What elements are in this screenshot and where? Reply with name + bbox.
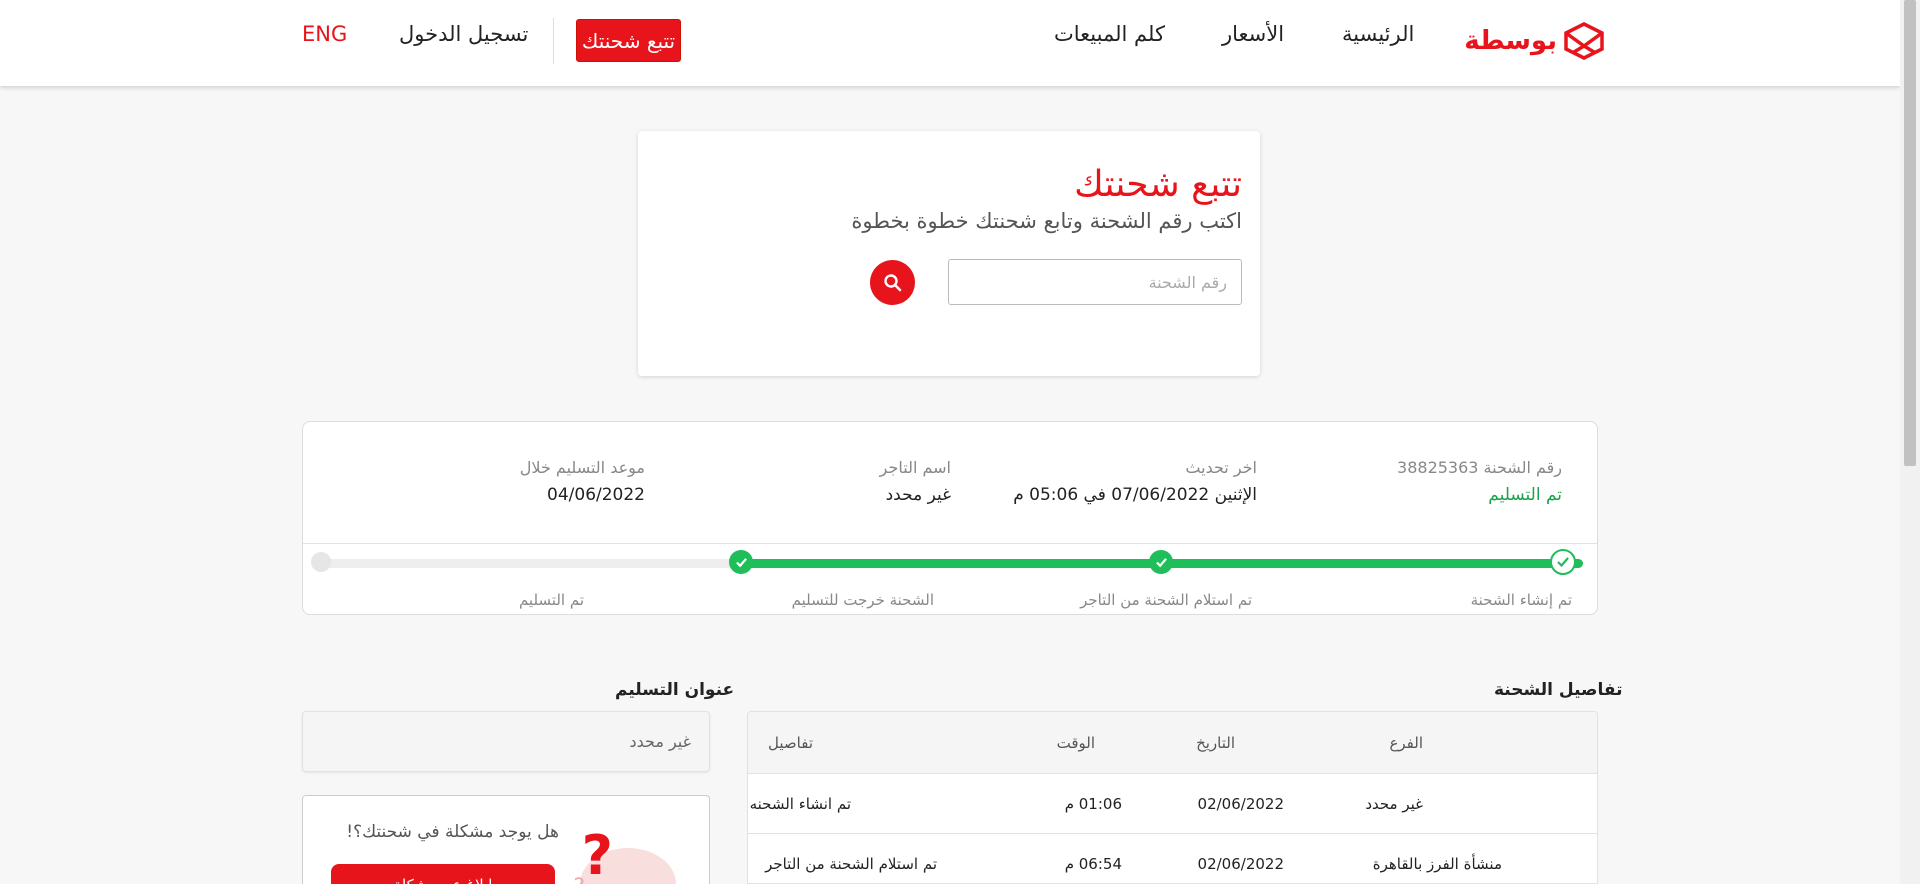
step-label-created: تم إنشاء الشحنة: [1470, 591, 1572, 609]
row-branch: منشأة الفرز بالقاهرة: [1372, 854, 1502, 873]
search-subtitle: اكتب رقم الشحنة وتابع شحنتك خطوة بخطوة: [851, 208, 1242, 233]
page-scrollbar[interactable]: [1900, 0, 1920, 884]
logo-text: بوسطة: [1464, 26, 1557, 56]
track-shipment-button[interactable]: تتبع شحنتك: [576, 19, 681, 62]
step-received-dot: [1149, 550, 1173, 574]
question-illustration-icon: ? ?: [573, 824, 676, 884]
nav-prices[interactable]: الأسعار: [1222, 22, 1284, 46]
table-row: منشأة الفرز بالقاهرة 02/06/2022 06:54 م …: [748, 834, 1597, 883]
merchant-label: اسم التاجر: [879, 458, 951, 477]
table-header: الفرع التاريخ الوقت تفاصيل: [748, 712, 1597, 774]
problem-question: هل يوجد مشكلة في شحنتك؟!: [346, 822, 559, 842]
row-details: تم انشاء الشحنه: [749, 794, 851, 813]
step-label-delivered: تم التسليم: [518, 591, 584, 609]
delivery-address-box: غير محدد: [302, 711, 710, 772]
address-value: غير محدد: [629, 732, 691, 751]
col-details: تفاصيل: [768, 733, 813, 752]
shipment-details-table: الفرع التاريخ الوقت تفاصيل غير محدد 02/0…: [747, 711, 1598, 884]
shipment-number-input[interactable]: [948, 259, 1242, 305]
report-problem-button[interactable]: ابلاغ عن مشكلة: [331, 864, 555, 884]
col-time: الوقت: [1056, 733, 1095, 752]
step-delivered-dot: [311, 552, 331, 572]
nav-divider: [553, 18, 554, 64]
logo[interactable]: بوسطة: [1464, 22, 1605, 60]
svg-text:?: ?: [582, 824, 613, 884]
nav-contact-sales[interactable]: كلم المبيعات: [1054, 22, 1165, 46]
track-search-card: تتبع شحنتك اكتب رقم الشحنة وتابع شحنتك خ…: [638, 131, 1260, 376]
language-toggle[interactable]: ENG: [302, 22, 347, 46]
status-divider: [303, 543, 1597, 544]
last-update-label: اخر تحديث: [1185, 458, 1257, 477]
merchant-value: غير محدد: [885, 485, 951, 505]
row-date: 02/06/2022: [1197, 794, 1284, 813]
col-date: التاريخ: [1196, 733, 1235, 752]
delivery-label: موعد التسليم خلال: [519, 458, 645, 477]
search-button[interactable]: [870, 260, 915, 305]
step-out-for-delivery-dot: [729, 550, 753, 574]
last-update-value: الإثنين 07/06/2022 في 05:06 م: [1013, 485, 1257, 505]
shipment-status-card: رقم الشحنة 38825363 تم التسليم اخر تحديث…: [302, 421, 1598, 615]
details-title: تفاصيل الشحنة: [1494, 680, 1623, 700]
report-problem-card: ? ? هل يوجد مشكلة في شحنتك؟! ابلاغ عن مش…: [302, 795, 710, 884]
table-row: غير محدد 02/06/2022 01:06 م تم انشاء الش…: [748, 774, 1597, 834]
delivery-value: 04/06/2022: [547, 485, 645, 505]
search-title: تتبع شحنتك: [1074, 164, 1242, 205]
address-title: عنوان التسليم: [615, 680, 735, 700]
row-time: 06:54 م: [1064, 854, 1122, 873]
check-icon: [735, 557, 747, 567]
col-branch: الفرع: [1389, 733, 1423, 752]
login-link[interactable]: تسجيل الدخول: [399, 22, 528, 46]
scrollbar-thumb[interactable]: [1904, 0, 1916, 466]
row-branch: غير محدد: [1365, 794, 1423, 813]
step-label-received: تم استلام الشحنة من التاجر: [1080, 591, 1252, 609]
box-logo-icon: [1564, 22, 1604, 60]
shipment-status-value: تم التسليم: [1488, 485, 1562, 505]
last-update-info: اخر تحديث الإثنين 07/06/2022 في 05:06 م: [1013, 458, 1257, 505]
check-icon: [1155, 557, 1167, 567]
row-time: 01:06 م: [1064, 794, 1122, 813]
nav-home[interactable]: الرئيسية: [1342, 22, 1414, 46]
shipment-info: رقم الشحنة 38825363 تم التسليم: [1397, 458, 1562, 505]
search-icon: [883, 273, 901, 291]
merchant-info: اسم التاجر غير محدد: [880, 458, 951, 505]
check-icon: [1557, 557, 1569, 568]
delivery-info: موعد التسليم خلال 04/06/2022: [520, 458, 645, 505]
top-navbar: بوسطة الرئيسية الأسعار كلم المبيعات تتبع…: [0, 0, 1900, 86]
svg-text:?: ?: [573, 875, 585, 884]
step-created-dot: [1550, 549, 1576, 575]
row-details: تم استلام الشحنة من التاجر: [765, 854, 937, 873]
step-label-out-for-delivery: الشحنة خرجت للتسليم: [791, 591, 934, 609]
row-date: 02/06/2022: [1197, 854, 1284, 873]
shipment-number-label: رقم الشحنة 38825363: [1397, 458, 1562, 477]
